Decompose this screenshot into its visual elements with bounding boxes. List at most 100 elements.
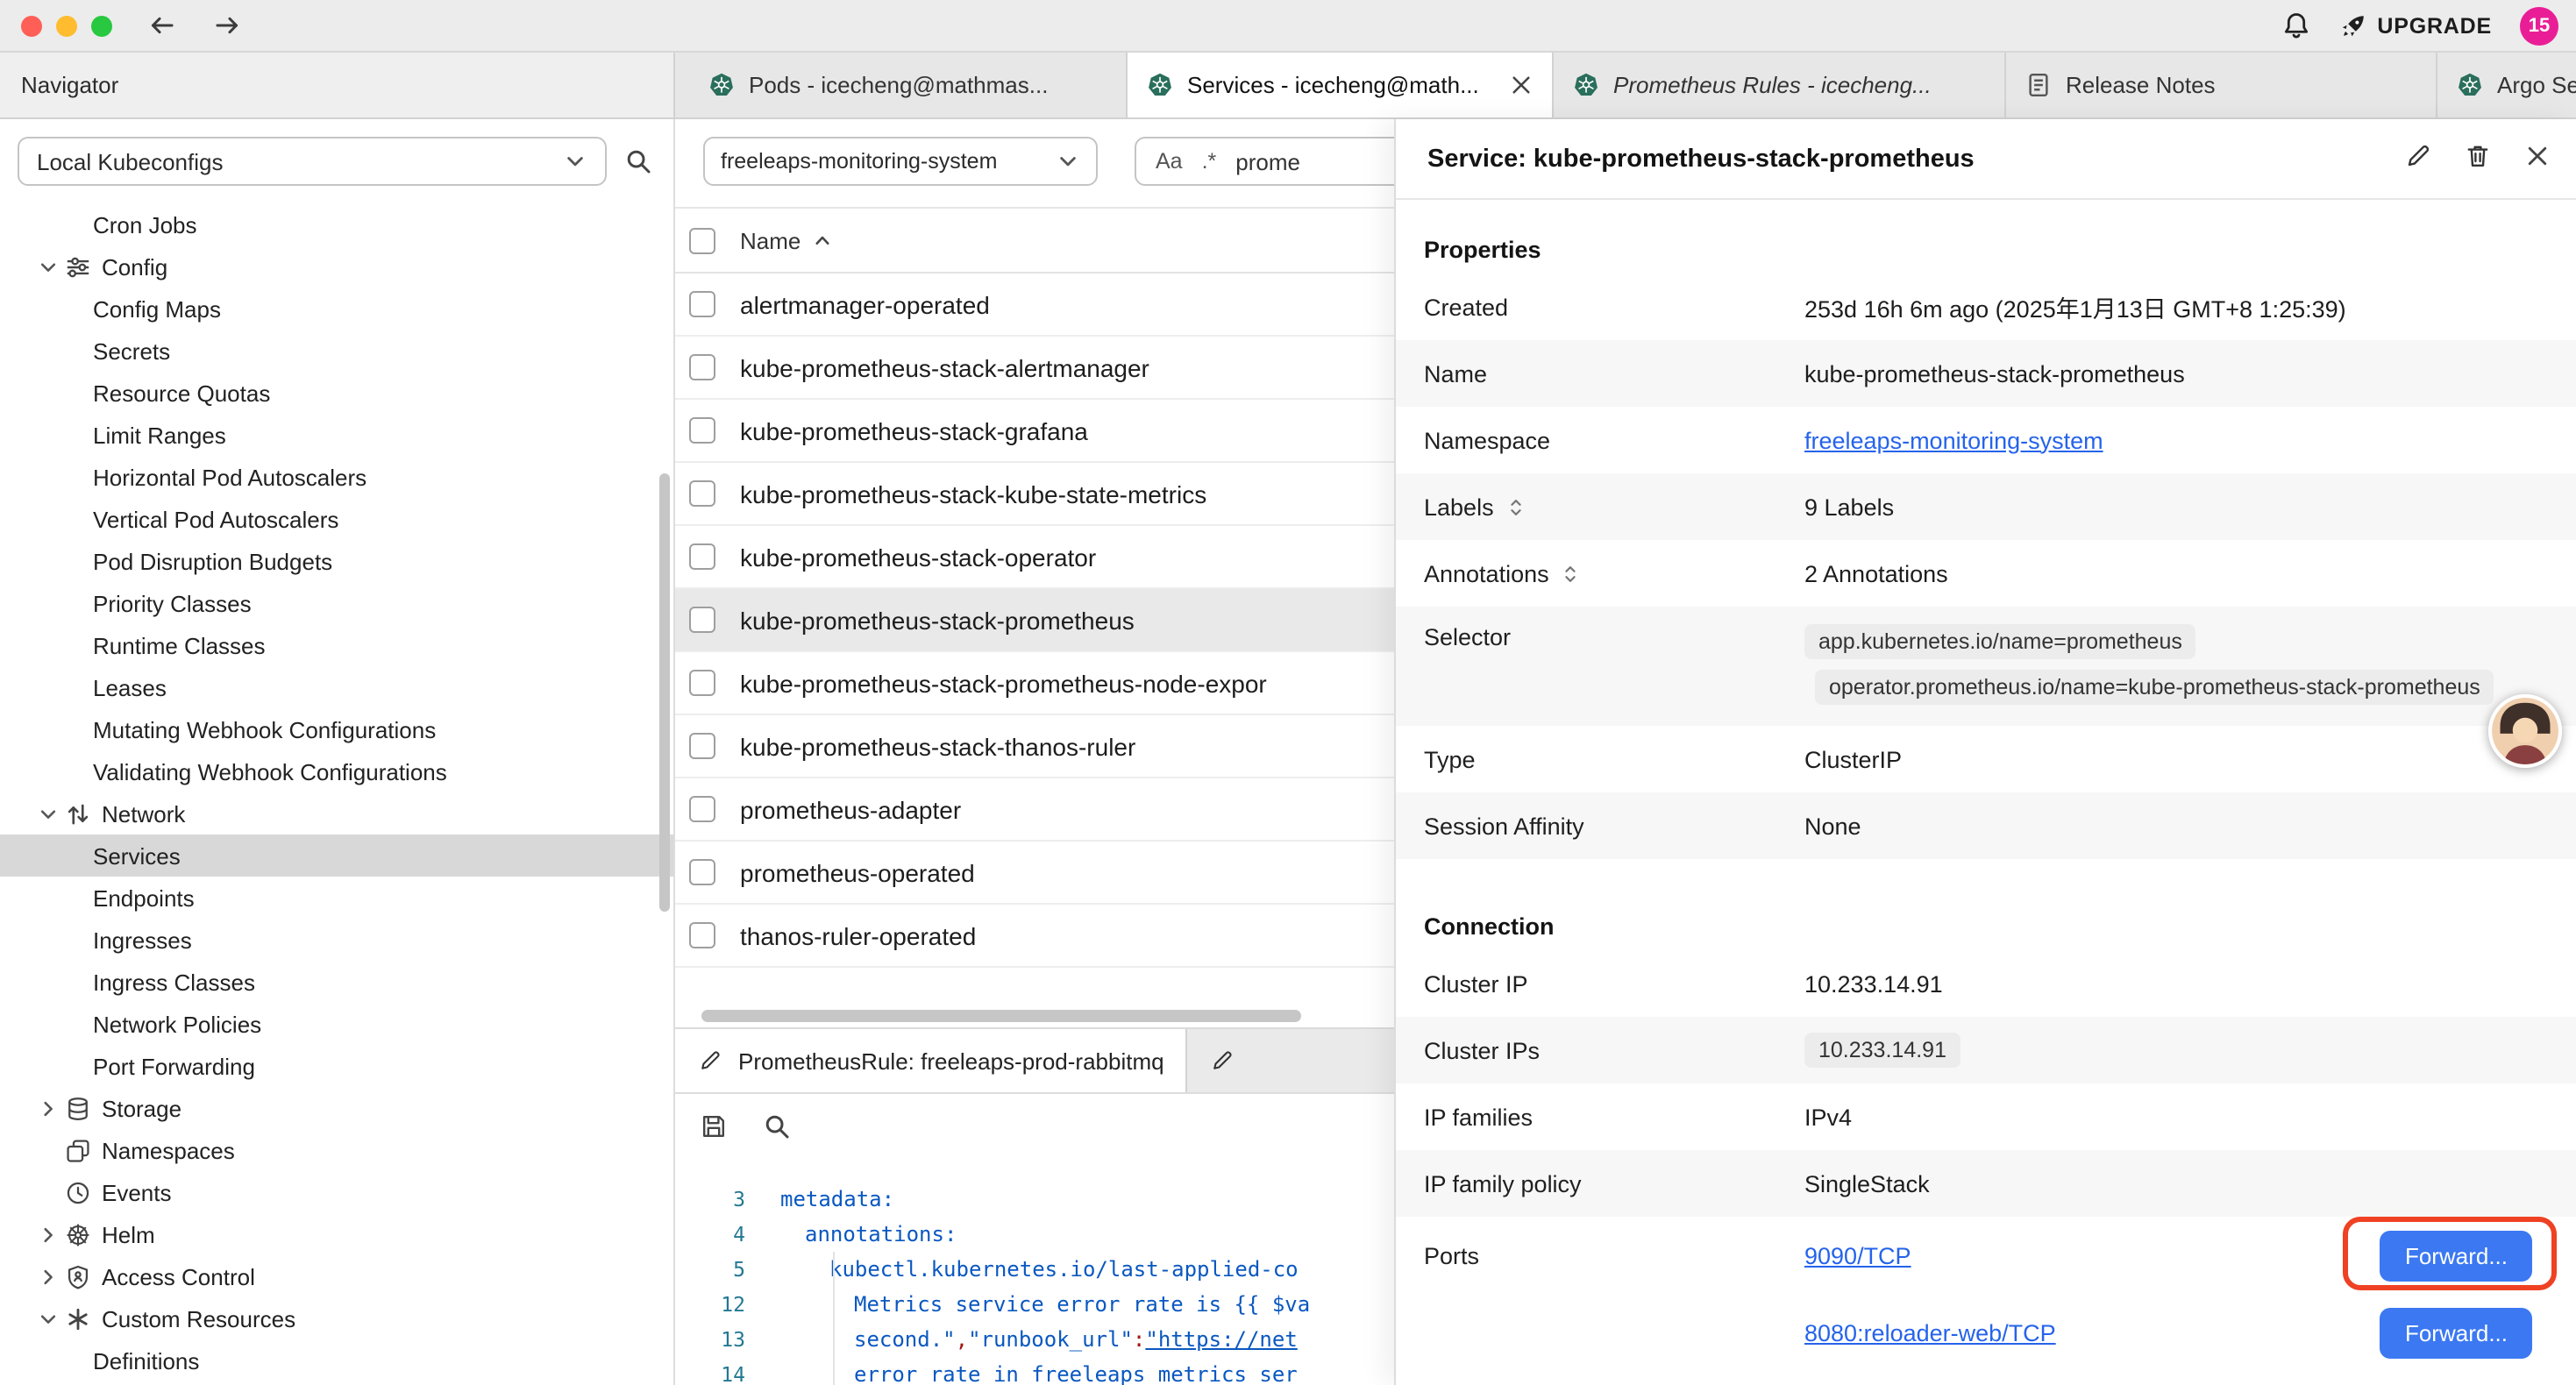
row-checkbox[interactable] [689, 354, 715, 380]
chevron-down-icon[interactable] [35, 801, 60, 826]
bell-icon[interactable] [2281, 11, 2310, 40]
sidebar-item-namespaces[interactable]: Namespaces [0, 1129, 675, 1171]
upgrade-button[interactable]: UPGRADE [2338, 11, 2492, 39]
sidebar-item-leases[interactable]: Leases [0, 666, 675, 708]
line-number: 5 [675, 1257, 766, 1282]
sidebar-item-services[interactable]: Services [0, 835, 675, 877]
row-checkbox[interactable] [689, 480, 715, 507]
close-button[interactable] [2523, 141, 2551, 176]
sidebar-item-port-forwarding[interactable]: Port Forwarding [0, 1045, 675, 1087]
sidebar-item-label: Config [102, 253, 167, 280]
sliders-icon [63, 252, 91, 281]
forward-arrow-icon[interactable] [212, 11, 242, 40]
editor-tab-prometheusrule[interactable]: PrometheusRule: freeleaps-prod-rabbitmq [675, 1029, 1187, 1092]
tab-prometheus-rules[interactable]: Prometheus Rules - icecheng... [1554, 53, 2006, 117]
sidebar-item-label: Validating Webhook Configurations [93, 758, 447, 785]
edit-button[interactable] [2404, 141, 2432, 176]
namespace-link[interactable]: freeleaps-monitoring-system [1804, 427, 2103, 453]
sidebar-item-runtime-classes[interactable]: Runtime Classes [0, 624, 675, 666]
app-window: UPGRADE 15 Navigator Pods - icecheng@mat… [0, 0, 2576, 1385]
sidebar-item-helm[interactable]: Helm [0, 1213, 675, 1255]
property-value: app.kubernetes.io/name=prometheusoperato… [1804, 624, 2494, 705]
sidebar-item-network[interactable]: Network [0, 792, 675, 835]
sidebar-item-vertical-pod-autoscalers[interactable]: Vertical Pod Autoscalers [0, 498, 675, 540]
back-arrow-icon[interactable] [147, 11, 177, 40]
avatar[interactable] [2488, 694, 2562, 768]
sidebar-item-events[interactable]: Events [0, 1171, 675, 1213]
forward-button[interactable]: Forward... [2380, 1230, 2532, 1281]
sidebar-item-endpoints[interactable]: Endpoints [0, 877, 675, 919]
property-value: 10.233.14.91 [1804, 970, 1943, 997]
match-case-toggle[interactable]: Aa [1156, 149, 1183, 174]
rocket-icon [2338, 11, 2366, 39]
property-value: SingleStack [1804, 1170, 1930, 1197]
row-name: prometheus-adapter [740, 795, 961, 823]
notification-badge[interactable]: 15 [2520, 6, 2558, 45]
tab-release-notes[interactable]: Release Notes [2006, 53, 2437, 117]
row-checkbox[interactable] [689, 859, 715, 885]
regex-toggle[interactable]: .* [1202, 149, 1217, 174]
sidebar-item-config[interactable]: Config [0, 245, 675, 288]
sidebar-item-priority-classes[interactable]: Priority Classes [0, 582, 675, 624]
horizontal-scrollbar[interactable] [701, 1010, 1301, 1022]
window-close-button[interactable] [21, 15, 42, 36]
chevron-down-icon[interactable] [35, 1306, 60, 1331]
sidebar-item-ingress-classes[interactable]: Ingress Classes [0, 961, 675, 1003]
select-all-checkbox[interactable] [689, 227, 715, 253]
window-zoom-button[interactable] [91, 15, 112, 36]
sidebar-item-cron-jobs[interactable]: Cron Jobs [0, 203, 675, 245]
sidebar-item-resource-quotas[interactable]: Resource Quotas [0, 372, 675, 414]
property-label: Annotations [1424, 560, 1804, 586]
sidebar-item-mutating-webhook-configurations[interactable]: Mutating Webhook Configurations [0, 708, 675, 750]
property-row-created: Created253d 16h 6m ago (2025年1月13日 GMT+8… [1396, 273, 2576, 340]
chevron-down-icon[interactable] [35, 254, 60, 279]
sidebar-item-secrets[interactable]: Secrets [0, 330, 675, 372]
row-checkbox[interactable] [689, 607, 715, 633]
updown-icon[interactable] [1560, 562, 1583, 585]
search-icon[interactable] [624, 147, 652, 175]
chevron-right-icon[interactable] [35, 1264, 60, 1289]
forward-button[interactable]: Forward... [2380, 1307, 2532, 1358]
tab-pods[interactable]: Pods - icecheng@mathmas... [689, 53, 1128, 117]
port-link[interactable]: 8080:reloader-web/TCP [1804, 1319, 2056, 1346]
property-row-cluster-ips: Cluster IPs10.233.14.91 [1396, 1017, 2576, 1083]
kubeconfig-selector[interactable]: Local Kubeconfigs [18, 137, 607, 186]
row-checkbox[interactable] [689, 670, 715, 696]
tab-services[interactable]: Services - icecheng@math... [1128, 53, 1554, 117]
row-checkbox[interactable] [689, 733, 715, 759]
property-label: Labels [1424, 494, 1804, 520]
row-checkbox[interactable] [689, 543, 715, 570]
sidebar-item-custom-resources[interactable]: Custom Resources [0, 1297, 675, 1339]
row-checkbox[interactable] [689, 417, 715, 444]
sidebar-item-network-policies[interactable]: Network Policies [0, 1003, 675, 1045]
sidebar-item-access-control[interactable]: Access Control [0, 1255, 675, 1297]
name-column-header[interactable]: Name [740, 227, 832, 253]
property-label-text: Namespace [1424, 427, 1550, 453]
port-link[interactable]: 9090/TCP [1804, 1242, 1911, 1268]
sidebar-scrollbar[interactable] [659, 473, 670, 912]
close-icon[interactable] [1506, 71, 1534, 99]
search-icon[interactable] [763, 1112, 791, 1140]
row-checkbox[interactable] [689, 796, 715, 822]
delete-button[interactable] [2464, 141, 2492, 176]
window-minimize-button[interactable] [56, 15, 77, 36]
row-checkbox[interactable] [689, 922, 715, 948]
sidebar-item-storage[interactable]: Storage [0, 1087, 675, 1129]
sidebar-item-label: Namespaces [102, 1137, 235, 1163]
sidebar-item-validating-webhook-configurations[interactable]: Validating Webhook Configurations [0, 750, 675, 792]
sidebar-item-ingresses[interactable]: Ingresses [0, 919, 675, 961]
row-checkbox[interactable] [689, 291, 715, 317]
sidebar-item-horizontal-pod-autoscalers[interactable]: Horizontal Pod Autoscalers [0, 456, 675, 498]
sidebar-item-label: Services [93, 842, 181, 869]
chevron-right-icon[interactable] [35, 1096, 60, 1120]
sidebar-item-definitions[interactable]: Definitions [0, 1339, 675, 1381]
sidebar-item-pod-disruption-budgets[interactable]: Pod Disruption Budgets [0, 540, 675, 582]
sidebar-item-config-maps[interactable]: Config Maps [0, 288, 675, 330]
updown-icon[interactable] [1505, 495, 1527, 518]
chevron-right-icon[interactable] [35, 1222, 60, 1246]
property-row-session-affinity: Session AffinityNone [1396, 792, 2576, 859]
save-icon[interactable] [700, 1112, 728, 1140]
tab-argo[interactable]: Argo Se [2437, 53, 2576, 117]
namespace-filter[interactable]: freeleaps-monitoring-system [703, 137, 1098, 186]
sidebar-item-limit-ranges[interactable]: Limit Ranges [0, 414, 675, 456]
